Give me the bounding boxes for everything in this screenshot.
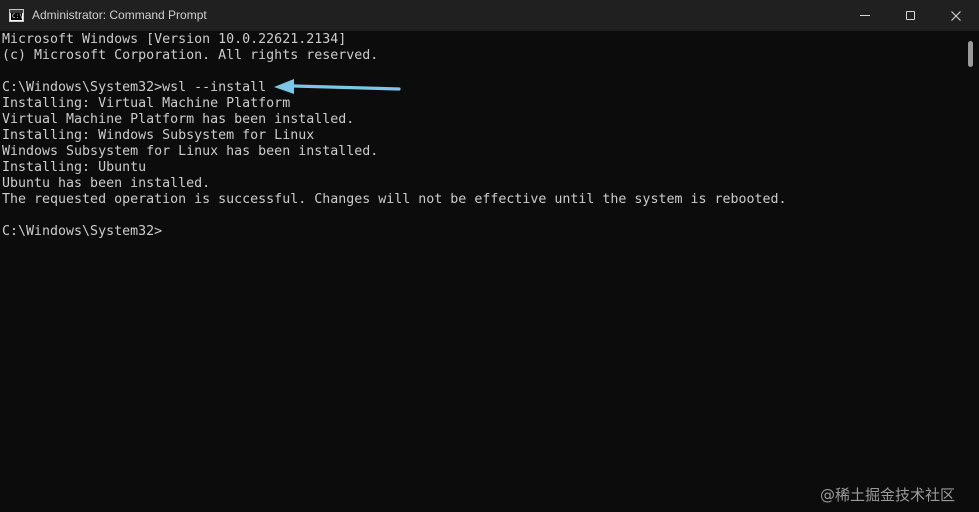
console-output[interactable]: Microsoft Windows [Version 10.0.22621.21… <box>0 31 962 512</box>
command-prompt-icon: C:\ <box>9 9 24 22</box>
close-icon <box>951 10 961 21</box>
maximize-button[interactable] <box>887 0 933 31</box>
console-line-version: Microsoft Windows [Version 10.0.22621.21… <box>2 32 347 47</box>
console-line-vmp-installing: Installing: Virtual Machine Platform <box>2 96 291 111</box>
console-line-wsl-installing: Installing: Windows Subsystem for Linux <box>2 128 315 143</box>
command-prompt-icon-text: C:\ <box>12 13 23 20</box>
minimize-icon <box>860 15 870 16</box>
title-bar[interactable]: C:\ Administrator: Command Prompt <box>0 0 979 31</box>
maximize-icon <box>905 11 915 20</box>
console-line-ubuntu-installing: Installing: Ubuntu <box>2 160 147 175</box>
console-line-copyright: (c) Microsoft Corporation. All rights re… <box>2 48 379 63</box>
scrollbar-thumb[interactable] <box>968 41 973 67</box>
command-prompt-window: C:\ Administrator: Command Prompt Micros… <box>0 0 979 512</box>
close-button[interactable] <box>933 0 979 31</box>
console-line-command: C:\Windows\System32>wsl --install <box>2 80 267 95</box>
minimize-button[interactable] <box>842 0 888 31</box>
console-line-ubuntu-installed: Ubuntu has been installed. <box>2 176 211 191</box>
arrow-left-icon <box>274 79 401 94</box>
watermark: @稀土掘金技术社区 <box>820 486 956 504</box>
console-line-wsl-installed: Windows Subsystem for Linux has been ins… <box>2 144 379 159</box>
console-prompt[interactable]: C:\Windows\System32> <box>2 224 162 240</box>
console-line-vmp-installed: Virtual Machine Platform has been instal… <box>2 112 355 127</box>
vertical-scrollbar[interactable] <box>962 31 979 512</box>
console-line-success: The requested operation is successful. C… <box>2 192 787 207</box>
window-title: Administrator: Command Prompt <box>32 8 207 22</box>
